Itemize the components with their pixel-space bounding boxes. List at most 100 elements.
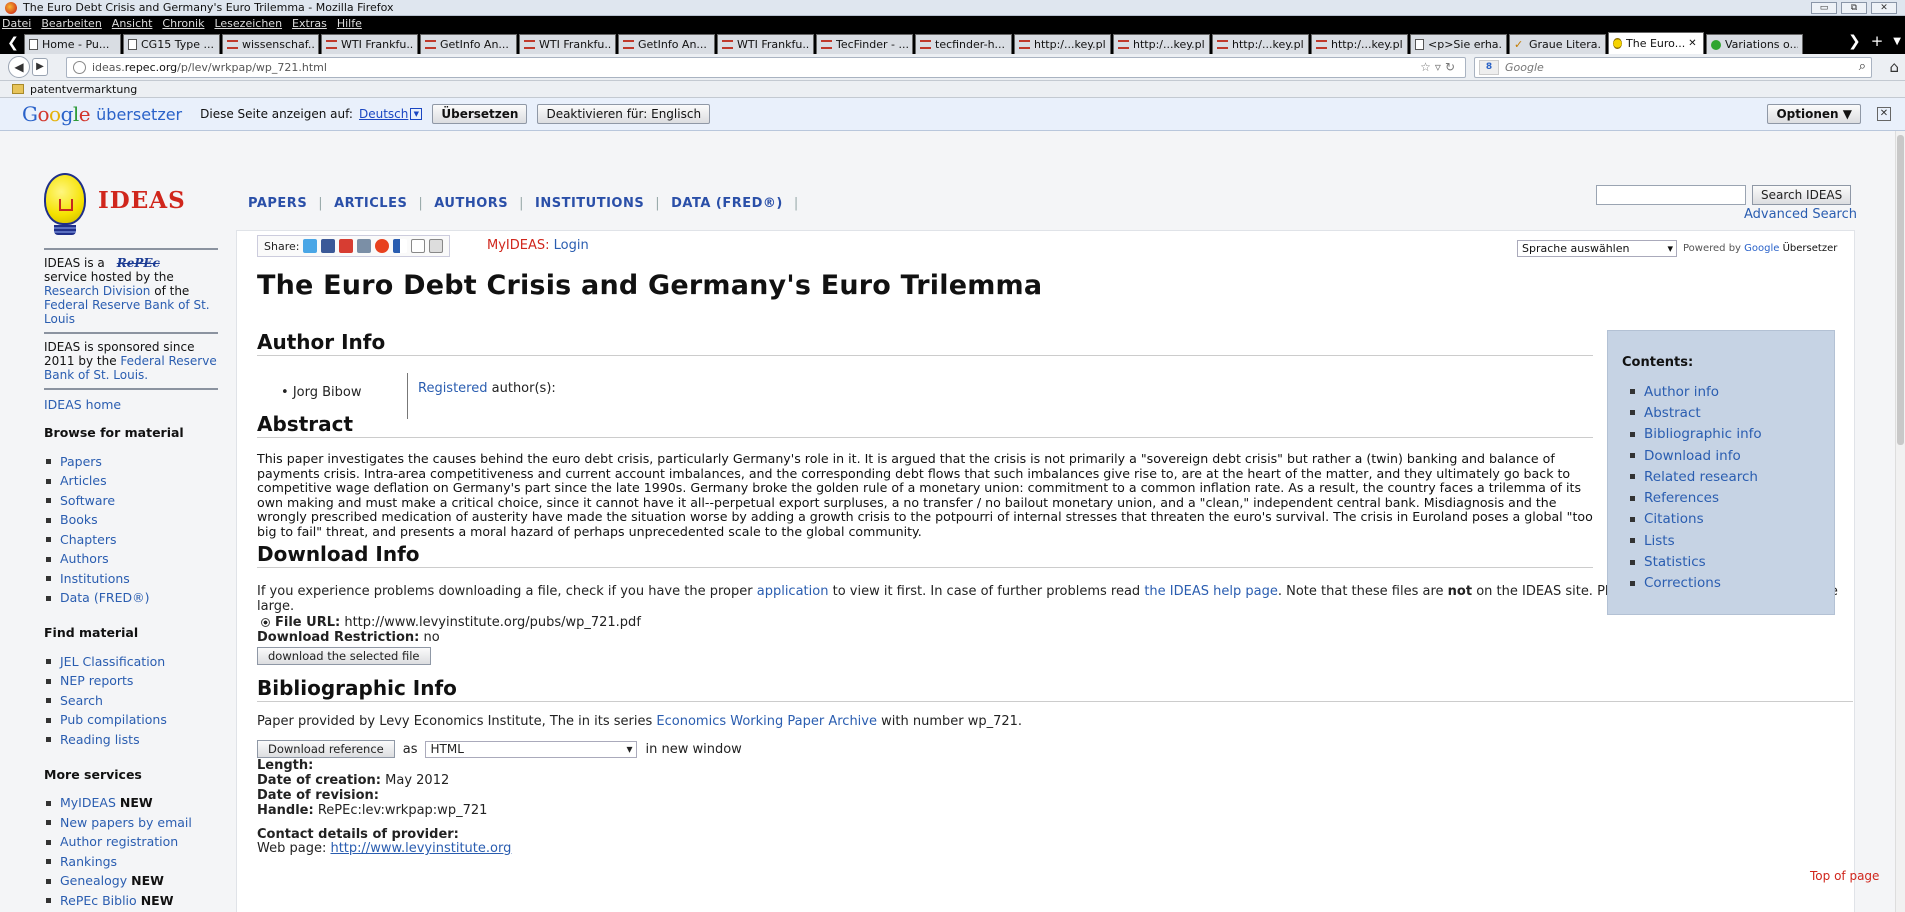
tab-list-dropdown-icon[interactable]: ▼ [1893,32,1901,52]
contents-item[interactable]: References [1630,487,1762,508]
more-item[interactable]: MyIDEAS NEW [46,794,218,814]
nav-papers[interactable]: PAPERS [248,196,307,211]
browse-item[interactable]: Chapters [46,530,218,550]
browse-link[interactable]: Institutions [60,571,130,586]
more-item[interactable]: Author registration [46,833,218,853]
options-button[interactable]: Optionen ▼ [1767,104,1861,124]
browse-item[interactable]: Authors [46,550,218,570]
find-item[interactable]: Reading lists [46,730,218,750]
file-radio[interactable] [261,618,270,627]
tab-10[interactable]: http:/...key.pl [1014,34,1111,54]
browse-link[interactable]: Articles [60,474,107,488]
find-item[interactable]: NEP reports [46,672,218,692]
bookmark-star-icon[interactable]: ☆▿↻ [1420,60,1459,74]
tab-scroll-left-icon[interactable]: ❮ [2,32,24,54]
nav-data[interactable]: DATA (FRED®) [671,196,783,211]
contents-link[interactable]: Citations [1644,511,1704,527]
tab-17[interactable]: Variations o... [1706,34,1803,54]
contents-item[interactable]: Statistics [1630,551,1762,572]
login-link[interactable]: Login [554,238,589,253]
bookmark-patentvermarktung[interactable]: patentvermarktung [30,83,137,96]
menu-datei[interactable]: Datei [2,17,31,30]
search-ideas-button[interactable]: Search IDEAS [1752,185,1852,205]
tab-4[interactable]: GetInfo An... [420,34,517,54]
nav-institutions[interactable]: INSTITUTIONS [535,196,644,211]
restore-button[interactable]: ⧉ [1841,2,1867,14]
tab-14[interactable]: <p>Sie erha... [1410,34,1507,54]
vertical-scrollbar[interactable] [1895,131,1905,912]
facebook-icon[interactable] [321,239,336,253]
download-reference-button[interactable]: Download reference [257,740,395,758]
browse-link[interactable]: Data (FRED®) [60,591,149,605]
contents-link[interactable]: Download info [1644,448,1741,464]
more-link[interactable]: New papers by email [60,815,192,830]
tab-0[interactable]: Home - Pu... [24,34,121,54]
email-icon[interactable] [411,239,426,253]
contents-item[interactable]: Citations [1630,509,1762,530]
url-bar[interactable]: ideas. repec.org/p/lev/wrkpap/wp_721.html… [66,57,1466,78]
find-link[interactable]: NEP reports [60,674,133,688]
twitter-icon[interactable] [303,239,318,253]
browse-item[interactable]: Institutions [46,569,218,589]
find-link[interactable]: Reading lists [60,732,140,747]
tab-2[interactable]: wissenschaf... [222,34,319,54]
close-tab-icon[interactable]: ✕ [1688,38,1696,49]
more-link[interactable]: MyIDEAS [60,796,116,810]
search-bar[interactable]: 8 Google ⌕ [1474,57,1872,78]
find-link[interactable]: Pub compilations [60,713,167,727]
tab-9[interactable]: tecfinder-h... [915,34,1012,54]
browse-link[interactable]: Books [60,513,98,527]
contents-item[interactable]: Corrections [1630,573,1762,594]
download-file-button[interactable]: download the selected file [257,647,431,665]
browse-link[interactable]: Software [60,493,115,508]
browse-link[interactable]: Authors [60,552,109,566]
webpage-link[interactable]: http://www.levyinstitute.org [330,841,511,856]
translate-button[interactable]: Übersetzen [432,104,528,124]
close-window-button[interactable]: ✕ [1871,2,1897,14]
contents-link[interactable]: Lists [1644,533,1675,549]
tab-3[interactable]: WTI Frankfu... [321,34,418,54]
fed-link[interactable]: Federal Reserve Bank of St. Louis [44,298,210,326]
more-item[interactable]: RePEc Biblio NEW [46,891,218,911]
browse-item[interactable]: Papers [46,452,218,472]
stumbleupon-icon[interactable] [375,239,390,253]
ideas-home-link[interactable]: IDEAS home [44,398,218,412]
close-icon[interactable]: ✕ [1877,107,1891,121]
language-dropdown[interactable]: Sprache auswählen [1517,240,1677,257]
series-link[interactable]: Economics Working Paper Archive [656,714,877,729]
menu-lesezeichen[interactable]: Lesezeichen [214,17,282,30]
home-icon[interactable]: ⌂ [1889,58,1899,76]
registered-link[interactable]: Registered [418,381,488,396]
menu-bearbeiten[interactable]: Bearbeiten [41,17,101,30]
forward-icon[interactable]: ▶ [32,58,48,76]
contents-link[interactable]: References [1644,490,1719,506]
contents-item[interactable]: Bibliographic info [1630,424,1762,445]
tab-15[interactable]: ✓ Graue Litera... [1509,34,1606,54]
browse-item[interactable]: Articles [46,472,218,492]
find-link[interactable]: JEL Classification [60,654,165,669]
more-link[interactable]: Author registration [60,835,178,849]
menu-chronik[interactable]: Chronik [162,17,204,30]
menu-extras[interactable]: Extras [292,17,327,30]
tab-scroll-right-icon[interactable]: ❯ [1848,32,1861,52]
reddit-icon[interactable] [357,239,372,253]
site-search-input[interactable] [1596,185,1746,205]
nav-authors[interactable]: AUTHORS [434,196,508,211]
ideas-logo[interactable]: IDEAS [44,173,204,235]
google-plus-icon[interactable] [339,239,354,253]
contents-link[interactable]: Bibliographic info [1644,426,1762,442]
disable-translation-button[interactable]: Deaktivieren für: Englisch [537,104,711,124]
more-item[interactable]: Rankings [46,852,218,872]
more-link[interactable]: RePEc Biblio [60,893,137,908]
reference-format-select[interactable]: HTML [425,740,638,758]
application-link[interactable]: application [757,584,829,599]
minimize-button[interactable]: ▭ [1811,2,1837,14]
browse-item[interactable]: Software [46,491,218,511]
scrollbar-thumb[interactable] [1897,135,1904,445]
contents-link[interactable]: Related research [1644,469,1758,485]
nav-articles[interactable]: ARTICLES [334,196,407,211]
contents-item[interactable]: Author info [1630,381,1762,402]
tab-13[interactable]: http:/...key.pl [1311,34,1408,54]
more-item[interactable]: Genealogy NEW [46,872,218,892]
tab-8[interactable]: TecFinder - ... [816,34,913,54]
